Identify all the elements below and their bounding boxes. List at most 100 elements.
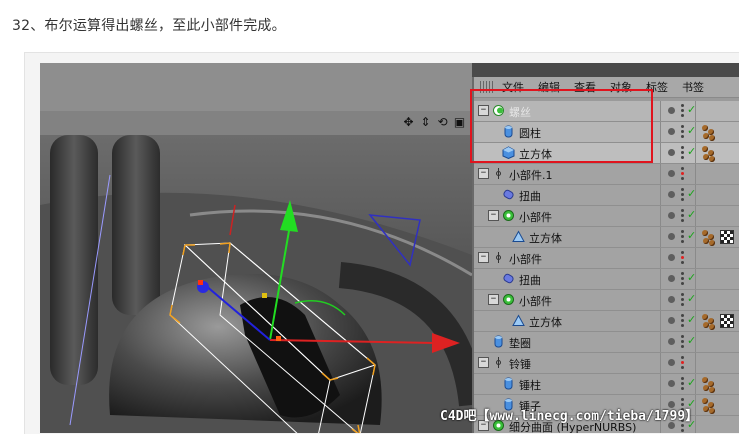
object-label: 扭曲 (519, 274, 541, 287)
visibility-dots[interactable] (681, 146, 685, 160)
visibility-column (660, 248, 695, 268)
object-name-cell[interactable]: 扭曲 (474, 185, 660, 205)
object-row[interactable]: − 小部件 ✓ (474, 206, 739, 227)
scene-render[interactable] (40, 135, 472, 433)
tags-column (695, 311, 739, 331)
object-name-cell[interactable]: 锤柱 (474, 374, 660, 394)
object-label: 锤柱 (519, 379, 541, 392)
tree-toggle-icon[interactable]: − (478, 168, 489, 179)
tags-column (695, 227, 739, 247)
layer-dot[interactable] (668, 380, 675, 387)
visibility-column: ✓ (660, 290, 696, 310)
texture-tag-icon[interactable] (720, 314, 734, 328)
tree-toggle-icon[interactable]: − (488, 294, 499, 305)
layer-dot[interactable] (668, 149, 675, 156)
maximize-view-icon[interactable]: ▣ (453, 115, 466, 129)
object-row[interactable]: 锤柱 ✓ (474, 374, 739, 395)
visibility-column: ✓ (660, 227, 696, 247)
phong-tag-icon[interactable] (702, 229, 718, 246)
tags-column (695, 185, 739, 205)
visibility-dots[interactable] (681, 335, 685, 349)
tags-column (695, 416, 739, 433)
layer-dot[interactable] (668, 359, 675, 366)
object-name-cell[interactable]: − 小部件 (474, 290, 660, 310)
visibility-dots[interactable] (681, 209, 685, 223)
twist-icon (502, 188, 515, 201)
visibility-dots[interactable] (681, 104, 685, 118)
object-name-cell[interactable]: − 小部件 (474, 248, 660, 268)
object-row[interactable]: − 小部件 (474, 248, 739, 269)
visibility-dots[interactable] (681, 251, 685, 265)
visibility-dots[interactable] (681, 314, 685, 328)
watermark: C4D吧【www.linecg.com/tieba/1799】 (440, 409, 699, 424)
visibility-column (660, 164, 695, 184)
tags-column (695, 269, 739, 289)
hypernurbs-icon (502, 209, 515, 222)
object-name-cell[interactable]: − 小部件 (474, 206, 660, 226)
phong-tag-icon[interactable] (702, 124, 718, 141)
layer-dot[interactable] (668, 275, 675, 282)
visibility-dots[interactable] (681, 377, 685, 391)
object-row[interactable]: 扭曲 ✓ (474, 185, 739, 206)
layer-dot[interactable] (668, 191, 675, 198)
twist-icon (502, 272, 515, 285)
visibility-dots[interactable] (681, 356, 685, 370)
pillar-right (112, 135, 160, 315)
move-view-icon[interactable]: ✥ (402, 115, 415, 129)
object-name-cell[interactable]: 垫圈 (474, 332, 660, 352)
object-row[interactable]: − 小部件.1 (474, 164, 739, 185)
layer-dot[interactable] (668, 254, 675, 261)
polygon-icon (512, 230, 525, 243)
object-name-cell[interactable]: 立方体 (474, 227, 660, 247)
object-row[interactable]: 垫圈 ✓ (474, 332, 739, 353)
tree-toggle-icon[interactable]: − (478, 252, 489, 263)
pivot-red (198, 280, 203, 285)
layer-dot[interactable] (668, 212, 675, 219)
cylinder-icon (502, 377, 515, 390)
visibility-dots[interactable] (681, 272, 685, 286)
texture-tag-icon[interactable] (720, 230, 734, 244)
pivot-yellow (262, 293, 267, 298)
object-row[interactable]: 立方体 ✓ (474, 311, 739, 332)
phong-tag-icon[interactable] (702, 397, 718, 414)
visibility-dots[interactable] (681, 230, 685, 244)
layer-dot[interactable] (668, 338, 675, 345)
menu-item-5[interactable]: 书签 (682, 79, 704, 95)
visibility-column: ✓ (660, 374, 696, 394)
tree-toggle-icon[interactable]: − (488, 210, 499, 221)
object-row[interactable]: 立方体 ✓ (474, 227, 739, 248)
zoom-view-icon[interactable]: ⇕ (419, 115, 432, 129)
visibility-dots[interactable] (681, 293, 685, 307)
layer-dot[interactable] (668, 233, 675, 240)
layer-dot[interactable] (668, 170, 675, 177)
3d-viewport[interactable]: ✥ ⇕ ⟲ ▣ (40, 63, 472, 433)
tags-column (695, 332, 739, 352)
layer-dot[interactable] (668, 317, 675, 324)
layer-dot[interactable] (668, 296, 675, 303)
phong-tag-icon[interactable] (702, 376, 718, 393)
visibility-dots[interactable] (681, 167, 685, 181)
tree-toggle-icon[interactable]: − (478, 357, 489, 368)
object-name-cell[interactable]: 扭曲 (474, 269, 660, 289)
object-name-cell[interactable]: 立方体 (474, 311, 660, 331)
object-name-cell[interactable]: − 小部件.1 (474, 164, 660, 184)
null-icon (492, 167, 505, 180)
phong-tag-icon[interactable] (702, 313, 718, 330)
visibility-dots[interactable] (681, 125, 685, 139)
layer-dot[interactable] (668, 128, 675, 135)
object-row[interactable]: 扭曲 ✓ (474, 269, 739, 290)
rotate-view-icon[interactable]: ⟲ (436, 115, 449, 129)
object-label: 立方体 (529, 232, 562, 245)
object-row[interactable]: − 铃锤 (474, 353, 739, 374)
visibility-dots[interactable] (681, 188, 685, 202)
object-name-cell[interactable]: − 铃锤 (474, 353, 660, 373)
object-label: 小部件 (519, 211, 552, 224)
visibility-column: ✓ (660, 143, 696, 163)
phong-tag-icon[interactable] (702, 145, 718, 162)
cylinder-icon (492, 335, 505, 348)
object-label: 小部件 (509, 253, 542, 266)
layer-dot[interactable] (668, 107, 675, 114)
visibility-column (660, 353, 695, 373)
tags-column (695, 248, 739, 268)
object-row[interactable]: − 小部件 ✓ (474, 290, 739, 311)
